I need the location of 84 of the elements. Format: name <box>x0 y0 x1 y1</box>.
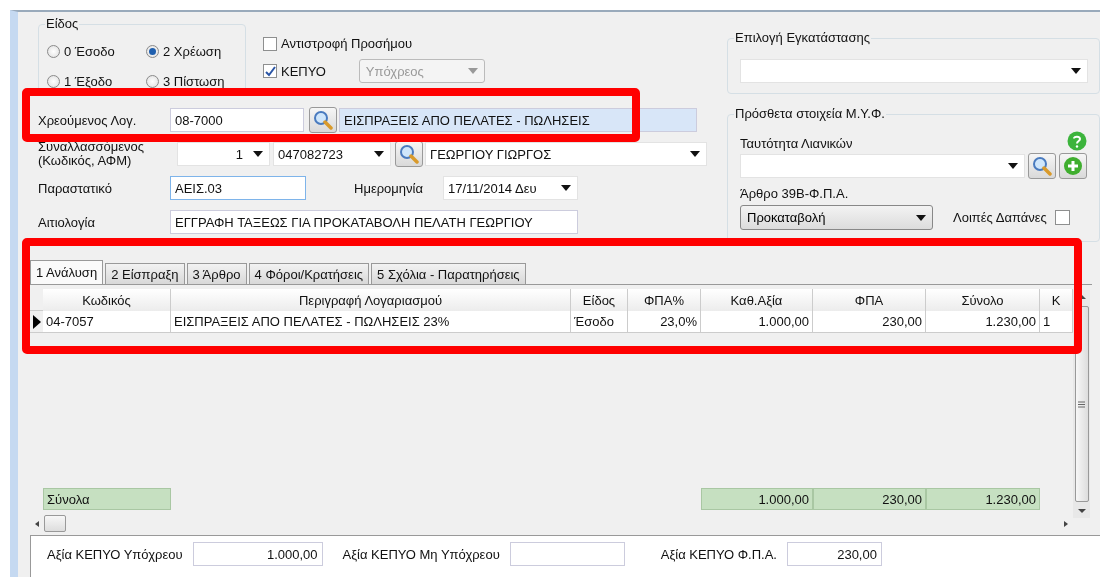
checkbox-label: Λοιπές Δαπάνες <box>953 210 1047 225</box>
total-cell: 1.230,00 <box>926 488 1040 510</box>
caret-icon <box>1008 163 1018 169</box>
field-label: Αξία ΚΕΠΥΟ Φ.Π.Α. <box>660 546 777 562</box>
search-icon <box>399 144 419 164</box>
tab[interactable]: 2 Είσπραξη <box>105 263 185 284</box>
column-header[interactable]: Σύνολο <box>926 289 1040 312</box>
table-cell: 1.230,00 <box>926 311 1040 333</box>
field-label: Παραστατικό <box>38 180 113 196</box>
checkbox[interactable] <box>263 64 277 78</box>
field-label: Αιτιολογία <box>38 214 96 230</box>
help-icon[interactable] <box>1067 131 1087 151</box>
table-cell: Έσοδο <box>571 311 628 333</box>
dropdown[interactable]: ΓΕΩΡΓΙΟΥ ΓΙΩΡΓΟΣ <box>425 142 707 166</box>
scrollbar-thumb[interactable] <box>44 515 66 532</box>
caret-icon <box>561 185 571 191</box>
dropdown[interactable]: 1 <box>177 142 270 166</box>
search-button[interactable] <box>395 141 423 167</box>
input-field[interactable] <box>509 542 625 566</box>
checkbox[interactable] <box>263 36 277 51</box>
add-button[interactable] <box>1059 153 1087 179</box>
radio-button[interactable] <box>47 44 60 58</box>
radio-button[interactable] <box>47 74 60 88</box>
date-picker[interactable]: 17/11/2014 Δευ <box>443 176 578 200</box>
column-header[interactable]: Καθ.Αξία <box>701 289 813 312</box>
caret-icon <box>374 151 384 157</box>
total-cell: Σύνολα <box>43 488 171 510</box>
input-field[interactable]: ΕΓΓΡΑΦΗ ΤΑΞΕΩΣ ΓΙΑ ΠΡΟΚΑΤΑΒΟΛΗ ΠΕΛΑΤΗ ΓΕΩΡΓΙΟΥ <box>170 210 578 234</box>
radio-button[interactable] <box>146 44 159 58</box>
input-field[interactable]: 230,00 <box>786 542 882 566</box>
grip-icon <box>1078 400 1085 408</box>
checkbox-label: ΚΕΠΥΟ <box>281 63 326 79</box>
field-label: Χρεούμενος Λογ. <box>38 112 138 128</box>
column-header[interactable]: Είδος <box>571 289 628 312</box>
column-header[interactable]: Κωδικός <box>43 289 171 312</box>
input-field[interactable]: ΑΕΙΣ.03 <box>170 176 306 200</box>
column-header[interactable]: Περιγραφή Λογαριασμού <box>171 289 571 312</box>
radio-label: 1 Έξοδο <box>64 73 113 89</box>
field-label: Συναλλασσόμενος (Κωδικός, ΑΦΜ) <box>38 140 146 168</box>
total-cell: 230,00 <box>813 488 926 510</box>
tab[interactable]: 5 Σχόλια - Παρατηρήσεις <box>371 263 526 284</box>
table-cell: 1.000,00 <box>701 311 813 333</box>
caret-icon <box>253 151 263 157</box>
column-header[interactable]: ΦΠΑ <box>813 289 926 312</box>
total-cell: 1.000,00 <box>701 488 813 510</box>
radio-label: 0 Έσοδο <box>64 43 115 59</box>
table-cell: 230,00 <box>813 311 926 333</box>
group-title: Επιλογή Εγκατάστασης <box>734 30 871 45</box>
search-button[interactable] <box>309 107 337 133</box>
dropdown[interactable]: Προκαταβολή <box>740 205 933 230</box>
caret-icon <box>916 214 926 221</box>
input-field[interactable]: ΕΙΣΠΡΑΞΕΙΣ ΑΠΟ ΠΕΛΑΤΕΣ - ΠΩΛΗΣΕΙΣ <box>339 108 697 132</box>
search-icon <box>313 110 333 130</box>
table-cell: ΕΙΣΠΡΑΞΕΙΣ ΑΠΟ ΠΕΛΑΤΕΣ - ΠΩΛΗΣΕΙΣ 23% <box>171 311 571 333</box>
column-header[interactable]: Κ <box>1040 289 1073 312</box>
field-label: Ταυτότητα Λιανικών <box>740 136 853 151</box>
checkbox-label: Αντιστροφή Προσήμου <box>281 36 413 51</box>
tab[interactable]: 3 Άρθρο <box>186 263 247 284</box>
field-label: Αξία ΚΕΠΥΟ Μη Υπόχρεου <box>342 546 500 562</box>
radio-label: 2 Χρέωση <box>163 43 222 59</box>
field-label: Άρθρο 39Β-Φ.Π.Α. <box>740 186 850 201</box>
table-cell: 04-7057 <box>43 311 171 333</box>
caret-icon <box>467 68 478 74</box>
tab[interactable]: 4 Φόροι/Κρατήσεις <box>248 263 370 284</box>
table-cell: 1 <box>1040 311 1073 333</box>
plus-icon <box>1063 156 1083 176</box>
radio-label: 3 Πίστωση <box>163 73 225 89</box>
input-field[interactable]: 1.000,00 <box>192 542 323 566</box>
input-field[interactable]: 08-7000 <box>170 108 304 132</box>
caret-icon <box>1071 68 1081 74</box>
radio-button[interactable] <box>146 74 159 88</box>
search-icon <box>1032 156 1052 176</box>
group-title: Είδος <box>45 16 80 31</box>
checkbox[interactable] <box>1054 210 1070 225</box>
search-button[interactable] <box>1028 153 1056 179</box>
checkmark-icon <box>264 65 276 77</box>
tab[interactable]: 1 Ανάλυση <box>30 260 104 284</box>
caret-icon <box>690 151 700 157</box>
table-cell: 23,0% <box>628 311 701 333</box>
column-header[interactable]: ΦΠΑ% <box>628 289 701 312</box>
dropdown[interactable]: 047082723 <box>273 142 391 166</box>
field-label: Αξία ΚΕΠΥΟ Υπόχρεου <box>47 546 183 562</box>
group-title: Πρόσθετα στοιχεία Μ.Υ.Φ. <box>734 106 886 121</box>
field-label: Ημερομηνία <box>354 180 424 196</box>
